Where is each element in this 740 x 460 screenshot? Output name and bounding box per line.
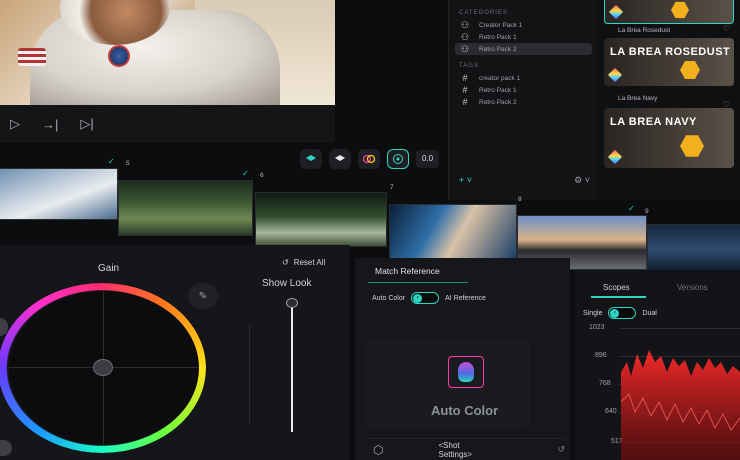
check-icon: ✓ — [242, 169, 249, 178]
clip-thumbnail[interactable] — [0, 168, 118, 220]
next-frame-icon[interactable]: →| — [42, 117, 58, 132]
category-item[interactable]: ⚇ Retro Pack 1 — [455, 31, 592, 43]
tag-label: Retro Pack 2 — [479, 98, 517, 106]
waveform-trace — [621, 350, 740, 460]
group-icon: ⚇ — [460, 31, 470, 42]
category-label: Retro Pack 2 — [479, 45, 517, 53]
preset-cube-icon — [608, 4, 624, 20]
clip-number: 5 — [126, 160, 130, 167]
gain-label: Gain — [98, 263, 120, 274]
preset-card[interactable] — [604, 0, 734, 24]
clip-thumbnail[interactable] — [118, 180, 253, 236]
category-label: Retro Pack 1 — [479, 33, 517, 41]
auto-color-toggle[interactable]: ‹ — [411, 292, 440, 304]
toggle-arrow-icon: ‹ — [413, 294, 423, 303]
check-icon: ✓ — [108, 157, 115, 166]
tab-versions[interactable]: Versions — [677, 283, 708, 292]
scope-y-label: 768 — [599, 380, 611, 387]
single-dual-toggle-row: Single ‹ Dual — [583, 307, 657, 319]
preset-label: La Brea Navy — [618, 95, 658, 102]
clip-thumbnail[interactable] — [255, 192, 387, 247]
gain-color-wheel[interactable] — [0, 283, 208, 453]
preset-label: La Brea Rosedust — [618, 27, 671, 34]
scope-y-label: 1023 — [589, 324, 605, 331]
scope-gridline — [619, 328, 740, 329]
tab-underline — [591, 296, 646, 298]
play-icon[interactable]: ▷ — [10, 116, 20, 132]
scope-y-label: 896 — [595, 352, 607, 359]
preset-hex-icon — [680, 135, 704, 157]
preset-card-title: LA BREA NAVY — [610, 116, 697, 128]
wheel-knob[interactable] — [93, 359, 113, 376]
slider-guide — [249, 325, 250, 425]
hash-icon: # — [462, 97, 468, 107]
preset-card[interactable]: LA BREA ROSEDUST — [604, 38, 734, 86]
ai-reference-label: AI Reference — [445, 294, 486, 302]
viewer-image — [0, 0, 335, 105]
categories-heading: CATEGORIES — [459, 10, 508, 16]
hash-icon: # — [462, 85, 468, 95]
auto-color-title: Auto Color — [431, 403, 499, 418]
tab-scopes[interactable]: Scopes — [603, 283, 630, 292]
shot-settings-label: <Shot Settings> — [438, 440, 473, 459]
waveform-scope: 1023 896 768 640 512 — [583, 322, 740, 460]
tag-item[interactable]: # creator pack 1 — [455, 72, 592, 84]
skip-end-icon[interactable]: ▷| — [80, 116, 93, 132]
show-look-label: Show Look — [262, 278, 312, 289]
auto-color-toggle-row: Auto Color ‹ AI Reference — [372, 292, 486, 304]
category-item-selected[interactable]: ⚇ Retro Pack 2 — [455, 43, 592, 55]
clip-number: 8 — [518, 196, 522, 203]
match-reference-title: Match Reference — [375, 266, 440, 276]
face-scan-icon — [448, 356, 484, 388]
show-look-slider-handle[interactable] — [286, 298, 298, 308]
single-dual-toggle[interactable]: ‹ — [608, 307, 637, 319]
scope-y-label: 640 — [605, 408, 617, 415]
tag-item[interactable]: # Retro Pack 2 — [455, 96, 592, 108]
check-icon: ✓ — [628, 204, 635, 213]
reset-all-label: Reset All — [293, 258, 326, 267]
undo-icon[interactable]: ↺ — [557, 444, 565, 455]
tag-item[interactable]: # Retro Pack 1 — [455, 84, 592, 96]
match-reference-underline — [368, 282, 468, 283]
preset-card-title: LA BREA ROSEDUST — [610, 46, 731, 58]
reset-icon: ↺ — [282, 258, 289, 267]
preset-card[interactable]: LA BREA NAVY — [604, 108, 734, 168]
tag-label: Retro Pack 1 — [479, 86, 517, 94]
mission-patch — [108, 45, 130, 67]
cube-icon: ⬡ — [373, 442, 384, 457]
shot-settings-row[interactable]: ⬡ <Shot Settings> ↺ — [365, 438, 565, 460]
clip-thumbnail[interactable] — [389, 204, 517, 260]
clip-thumbnail[interactable] — [647, 224, 740, 274]
toggle-arrow-icon: ‹ — [610, 309, 620, 318]
flag-patch — [18, 48, 46, 66]
heart-icon[interactable]: ♡ — [723, 24, 730, 33]
tags-heading: TAGS — [459, 63, 479, 69]
group-icon: ⚇ — [460, 43, 470, 54]
dual-label: Dual — [642, 309, 657, 317]
category-item[interactable]: ⚇ Creator Pack 1 — [455, 19, 592, 31]
reset-all-button[interactable]: ↺ Reset All — [282, 258, 325, 267]
group-icon: ⚇ — [460, 19, 470, 30]
preset-hex-icon — [671, 1, 689, 19]
preset-hex-icon — [680, 61, 700, 79]
hash-icon: # — [462, 73, 468, 83]
preset-cube-icon — [607, 67, 623, 83]
transport-bar: ▷ →| ▷| — [0, 105, 335, 143]
tag-label: creator pack 1 — [479, 74, 521, 82]
auto-color-label: Auto Color — [372, 294, 406, 302]
eyedropper-icon[interactable]: ✎ — [188, 283, 218, 309]
show-look-slider-track[interactable] — [291, 302, 293, 432]
clip-number: 9 — [645, 208, 649, 215]
clip-number: 7 — [390, 184, 394, 191]
category-label: Creator Pack 1 — [479, 21, 523, 29]
single-label: Single — [583, 309, 603, 317]
clip-number: 6 — [260, 172, 264, 179]
